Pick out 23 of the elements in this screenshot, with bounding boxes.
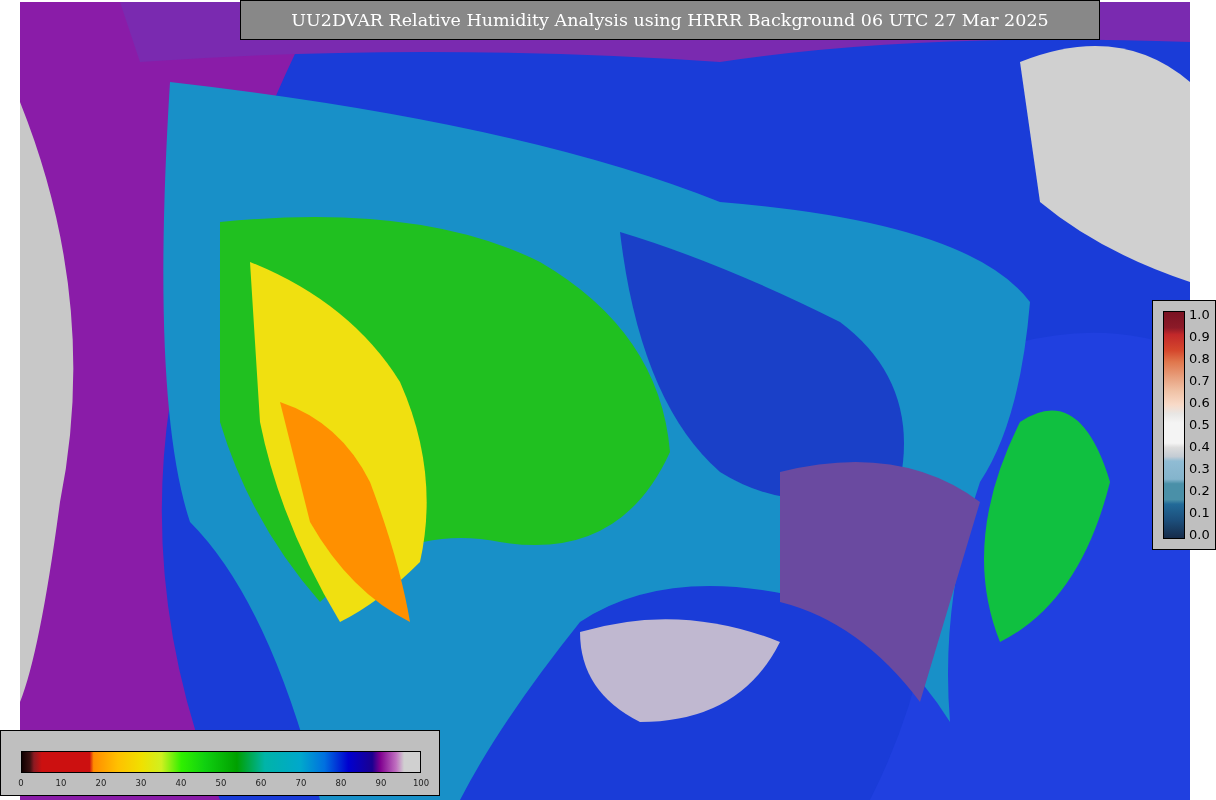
scale-label: 50 bbox=[215, 778, 227, 788]
scale-label: 0.7 bbox=[1189, 374, 1210, 388]
scale-label: 60 bbox=[255, 778, 267, 788]
scale-label: 0.8 bbox=[1189, 352, 1210, 366]
scale-label: 0.0 bbox=[1189, 528, 1210, 542]
scale-label: 0.9 bbox=[1189, 330, 1210, 344]
scale-label: 30 bbox=[135, 778, 147, 788]
scale-label: 0 bbox=[18, 778, 24, 788]
scale-label: 0.3 bbox=[1189, 462, 1210, 476]
scale-label: 1.0 bbox=[1189, 308, 1210, 322]
scale-label: 20 bbox=[95, 778, 107, 788]
scale-label: 80 bbox=[335, 778, 347, 788]
scale-label: 0.1 bbox=[1189, 506, 1210, 520]
scale-label: 100 bbox=[412, 778, 430, 788]
scale-label: 10 bbox=[55, 778, 67, 788]
scale-label: 90 bbox=[375, 778, 387, 788]
chart-title: UU2DVAR Relative Humidity Analysis using HRRR Background 06 UTC 27 Mar 2025 bbox=[240, 0, 1100, 40]
scale-label: 0.6 bbox=[1189, 396, 1210, 410]
scale-label: 0.2 bbox=[1189, 484, 1210, 498]
scale-label: 70 bbox=[295, 778, 307, 788]
scale-label: 40 bbox=[175, 778, 187, 788]
scale-label: 0.4 bbox=[1189, 440, 1210, 454]
scale-label: 0.5 bbox=[1189, 418, 1210, 432]
